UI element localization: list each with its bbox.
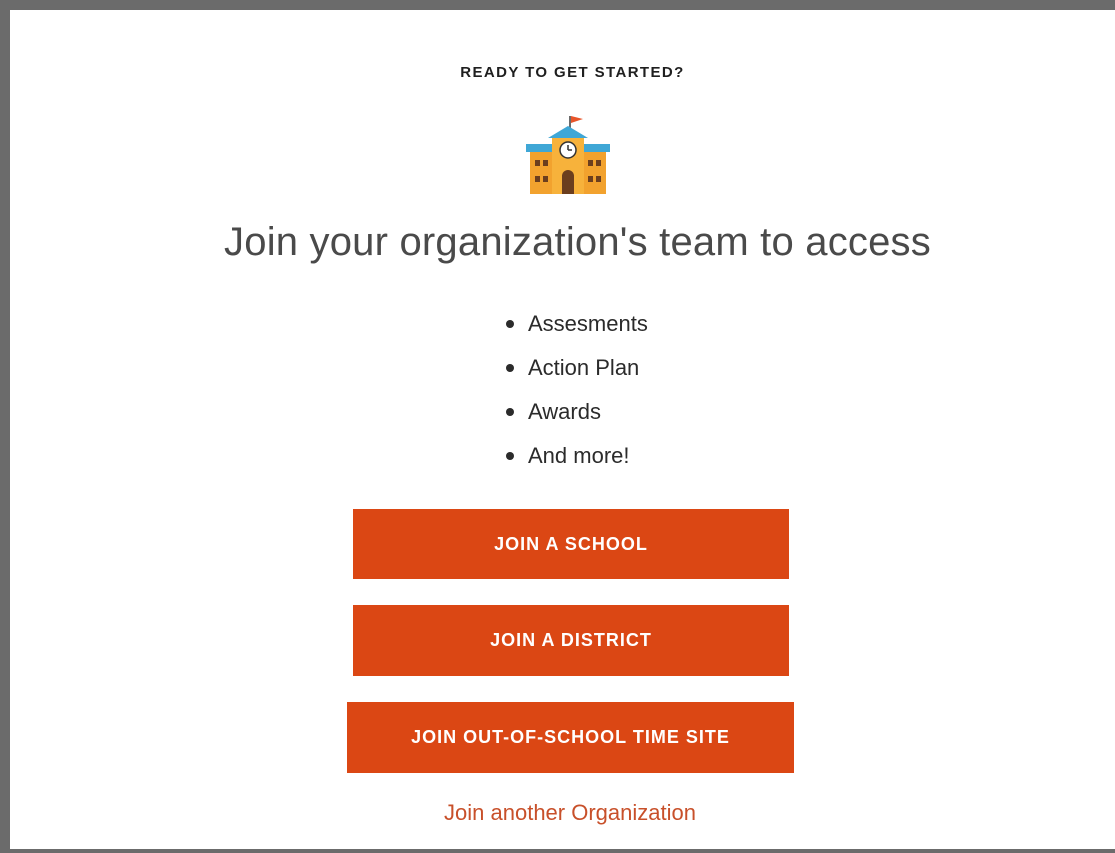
join-district-button[interactable]: JOIN A DISTRICT [353,605,789,676]
bullet-icon [506,408,514,416]
school-building-icon [526,114,610,196]
join-out-of-school-time-site-button[interactable]: JOIN OUT-OF-SCHOOL TIME SITE [347,702,794,773]
list-item: And more! [506,434,648,478]
bullet-icon [506,364,514,372]
join-another-organization-link[interactable]: Join another Organization [20,800,1115,826]
join-school-button[interactable]: JOIN A SCHOOL [353,509,789,579]
list-item-label: Assesments [528,311,648,336]
list-item: Assesments [506,302,648,346]
feature-list: Assesments Action Plan Awards And more! [506,302,648,478]
window-frame: READY TO GET STARTED? Join your organiza… [0,0,1115,853]
list-item: Action Plan [506,346,648,390]
list-item-label: And more! [528,443,630,468]
get-started-card: READY TO GET STARTED? Join your organiza… [20,20,1115,845]
page-title: Join your organization's team to access [224,220,931,264]
list-item: Awards [506,390,648,434]
eyebrow-heading: READY TO GET STARTED? [460,64,685,81]
list-item-label: Action Plan [528,355,640,380]
list-item-label: Awards [528,399,601,424]
bullet-icon [506,452,514,460]
bullet-icon [506,320,514,328]
